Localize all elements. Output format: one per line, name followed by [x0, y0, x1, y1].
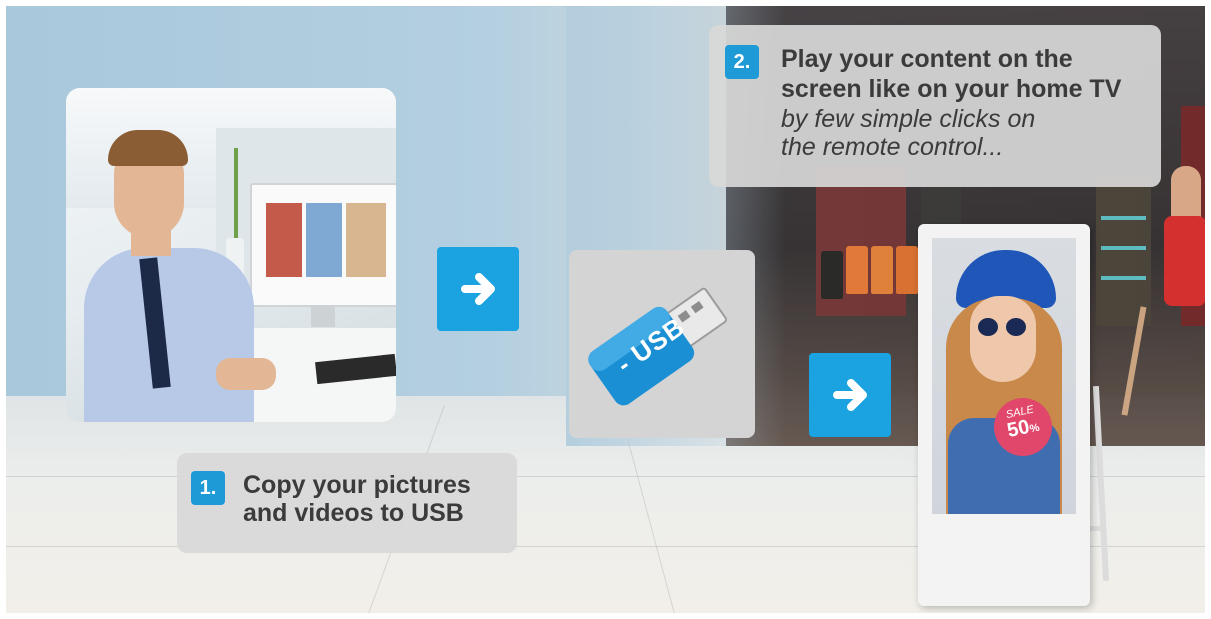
step-1-card: 1. Copy your pictures and videos to USB — [177, 453, 517, 553]
usb-card: - USB — [569, 250, 755, 438]
step-2-line-1: Play your content on the — [781, 45, 1073, 73]
step-2-line-2: screen like on your home TV — [781, 75, 1122, 103]
display-screen: SALE 50% — [932, 238, 1076, 514]
step-1-line-2: and videos to USB — [243, 499, 464, 527]
arrow-right-button-1 — [437, 247, 519, 331]
signage-display: SALE 50% — [918, 224, 1090, 606]
arrow-right-icon — [461, 273, 495, 305]
sale-value: 50 — [1005, 415, 1032, 443]
illustration: - USB 1. Copy your pictures and videos t… — [6, 6, 1205, 613]
arrow-right-icon — [833, 379, 867, 411]
step-2-number: 2. — [725, 45, 759, 79]
step-1-number: 1. — [191, 471, 225, 505]
man-at-computer-photo — [66, 88, 396, 422]
arrow-right-button-2 — [809, 353, 891, 437]
step-1-line-1: Copy your pictures — [243, 471, 471, 499]
sale-unit: % — [1028, 421, 1041, 436]
monitor — [250, 183, 396, 307]
step-2-line-4: the remote control... — [781, 133, 1004, 161]
step-2-line-3: by few simple clicks on — [781, 105, 1036, 133]
step-2-card: 2. Play your content on the screen like … — [709, 25, 1161, 187]
